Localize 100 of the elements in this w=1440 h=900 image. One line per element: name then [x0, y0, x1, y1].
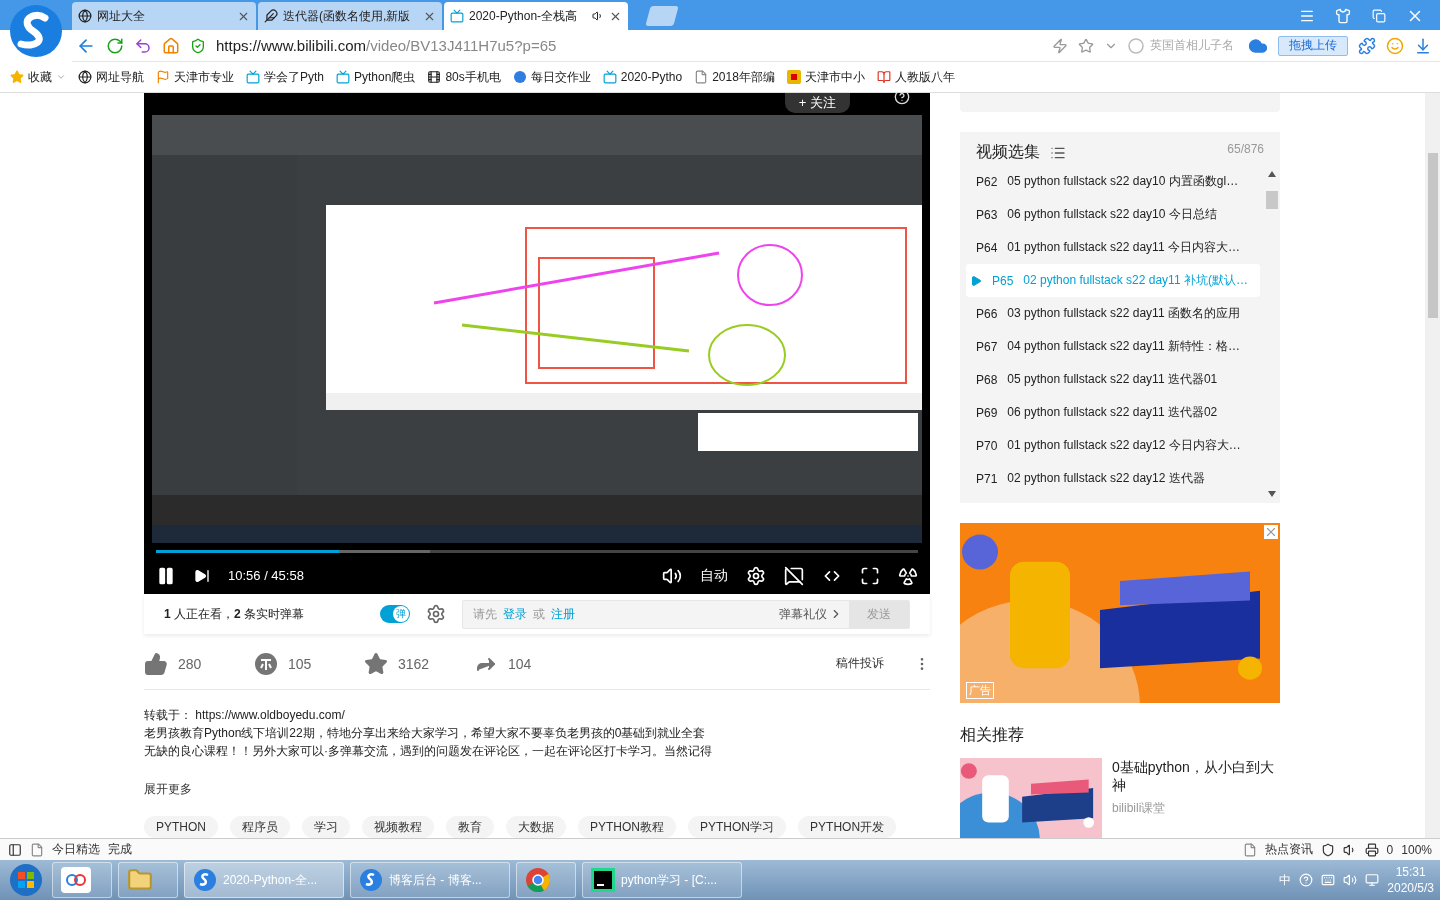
playlist-item[interactable]: P63 06 python fullstack s22 day10 今日总结: [966, 198, 1260, 232]
tag[interactable]: 教育: [446, 816, 494, 838]
status-text: 完成: [108, 841, 132, 858]
expand-link[interactable]: 展开更多: [144, 780, 930, 798]
sidebar-icon[interactable]: [8, 842, 22, 857]
description-text: 老男孩教育Python线下培训22期，特地分享出来给大家学习，希望大家不要辜负老男孩的0基础到就业全套无缺的良心课程！！另外大家可以·多弹幕交流，遇到的问题发在评论区，一起在评论区打卡学习。当然记得: [144, 725, 713, 760]
tag[interactable]: PYTHON: [144, 816, 218, 838]
undo-icon[interactable]: [134, 36, 152, 55]
zoom-level[interactable]: 100%: [1401, 842, 1432, 857]
tag[interactable]: PYTHON教程: [578, 816, 677, 838]
badge-count: 0: [1386, 842, 1394, 857]
scrollbar[interactable]: [1425, 93, 1440, 838]
bookmark[interactable]: 天津市中小: [786, 68, 865, 86]
tag[interactable]: PYTHON开发: [798, 816, 897, 838]
episode-count: 65/876: [1227, 142, 1264, 157]
circle-icon: [512, 70, 527, 84]
star-icon[interactable]: [1078, 37, 1094, 54]
tag[interactable]: 视频教程: [362, 816, 434, 838]
taskbar-task[interactable]: [516, 862, 576, 898]
follow-button[interactable]: + 关注: [784, 93, 850, 113]
bookmark[interactable]: 2020-Pytho: [602, 70, 683, 84]
playlist-item[interactable]: P68 05 python fullstack s22 day11 迭代器01: [966, 363, 1260, 397]
smile-icon[interactable]: [1386, 36, 1404, 55]
scroll-up-icon[interactable]: [1268, 171, 1276, 178]
bookmark[interactable]: 网址导航: [78, 68, 144, 86]
address-field[interactable]: https://www.bilibili.com/video/BV13J411H7u5?p=65: [216, 37, 1042, 54]
news-link[interactable]: 热点资讯: [1264, 841, 1313, 858]
bookmark[interactable]: 2018年部编: [694, 68, 775, 86]
bookmark[interactable]: 收藏: [10, 68, 66, 86]
quality-button[interactable]: 自动: [700, 566, 728, 585]
bookmark[interactable]: Python爬虫: [336, 68, 416, 86]
globe-icon: [78, 9, 92, 23]
printer-icon[interactable]: [1364, 842, 1379, 857]
file-icon: [30, 842, 44, 857]
new-tab-button[interactable]: [645, 6, 679, 26]
home-icon[interactable]: [162, 36, 180, 55]
coin-icon: [254, 651, 278, 676]
pause-icon[interactable]: [156, 565, 176, 586]
bookmark[interactable]: 80s手机电: [427, 68, 501, 86]
prompt-text: 或: [533, 605, 545, 623]
download-icon[interactable]: [1414, 36, 1432, 55]
browser-tab[interactable]: 迭代器(函数名使用,新版: [258, 2, 442, 30]
fullscreen-icon[interactable]: [860, 565, 880, 586]
video-title[interactable]: 0基础python，从小白到大神: [1112, 758, 1280, 794]
monitor-icon[interactable]: [1365, 873, 1380, 887]
tag[interactable]: 程序员: [230, 816, 290, 838]
browser-tab[interactable]: 2020-Python-全栈高: [444, 2, 628, 30]
next-icon[interactable]: [194, 567, 210, 584]
tv-icon: [602, 70, 617, 84]
folder-icon: [127, 867, 153, 893]
danmaku-input[interactable]: 请先 登录 或 注册 弹幕礼仪 发送: [462, 599, 910, 629]
search-icon: [1128, 37, 1144, 54]
bookmark[interactable]: 学会了Pyth: [246, 68, 324, 86]
puzzle-icon[interactable]: [1358, 36, 1376, 55]
taskbar-app[interactable]: [118, 862, 178, 898]
etiquette-link[interactable]: 弹幕礼仪: [779, 605, 843, 623]
playlist-item[interactable]: P64 01 python fullstack s22 day11 今日内容大…: [966, 231, 1260, 265]
playlist-item[interactable]: P69 06 python fullstack s22 day11 迭代器02: [966, 396, 1260, 430]
tag[interactable]: 学习: [302, 816, 350, 838]
progress-bar[interactable]: [156, 550, 918, 553]
playlist-item[interactable]: P66 03 python fullstack s22 day11 函数名的应用: [966, 297, 1260, 331]
refresh-icon[interactable]: [106, 36, 124, 55]
thumbs-up-icon: [144, 651, 168, 676]
playlist-item[interactable]: P67 04 python fullstack s22 day11 新特性：格…: [966, 330, 1260, 364]
logo-icon: [9, 4, 63, 58]
globe-icon: [78, 70, 92, 84]
bookmark[interactable]: 每日交作业: [512, 68, 591, 86]
stat-button[interactable]: 280: [144, 651, 224, 676]
upload-button[interactable]: 拖拽上传: [1278, 35, 1348, 56]
taskbar-app[interactable]: [52, 862, 112, 898]
playlist-item[interactable]: P62 05 python fullstack s22 day10 内置函数gl…: [966, 165, 1260, 199]
bookmark[interactable]: 人教版八年: [876, 68, 955, 86]
playlist-item[interactable]: P70 01 python fullstack s22 day12 今日内容大…: [966, 429, 1260, 463]
flag-icon: [156, 70, 170, 84]
shield-icon[interactable]: [1320, 842, 1335, 857]
time-label: 10:56 / 45:58: [228, 568, 304, 583]
scroll-down-icon[interactable]: [1268, 491, 1276, 497]
playlist-item[interactable]: P71 02 python fullstack s22 day12 迭代器: [966, 462, 1260, 496]
volume-icon[interactable]: [662, 565, 682, 586]
status-text: 今日精选: [52, 841, 100, 858]
tag[interactable]: PYTHON学习: [688, 816, 787, 838]
viewer-count: 1 人正在看，2 条实时弹幕: [164, 605, 306, 623]
stat-button[interactable]: 104: [474, 651, 554, 676]
radiation-icon[interactable]: [898, 565, 918, 586]
stat-button[interactable]: 3162: [364, 651, 444, 676]
play-icon: [970, 274, 982, 287]
tv-icon: [450, 9, 464, 23]
prompt-text: 请先: [473, 605, 497, 623]
keyboard-icon[interactable]: [1321, 873, 1336, 887]
scroll-thumb[interactable]: [1266, 191, 1278, 210]
browser-tab[interactable]: 网址大全: [72, 2, 256, 30]
file-icon: [694, 70, 709, 84]
stat-button[interactable]: 105: [254, 651, 334, 676]
tag[interactable]: 大数据: [506, 816, 566, 838]
bookmark[interactable]: 天津市专业: [156, 68, 234, 86]
star-icon: [364, 651, 388, 676]
lightning-icon[interactable]: [1052, 37, 1068, 54]
report-link[interactable]: 稿件投诉: [836, 655, 884, 673]
section-heading: 相关推荐: [960, 725, 1025, 745]
danmaku-off-icon[interactable]: [784, 565, 804, 586]
